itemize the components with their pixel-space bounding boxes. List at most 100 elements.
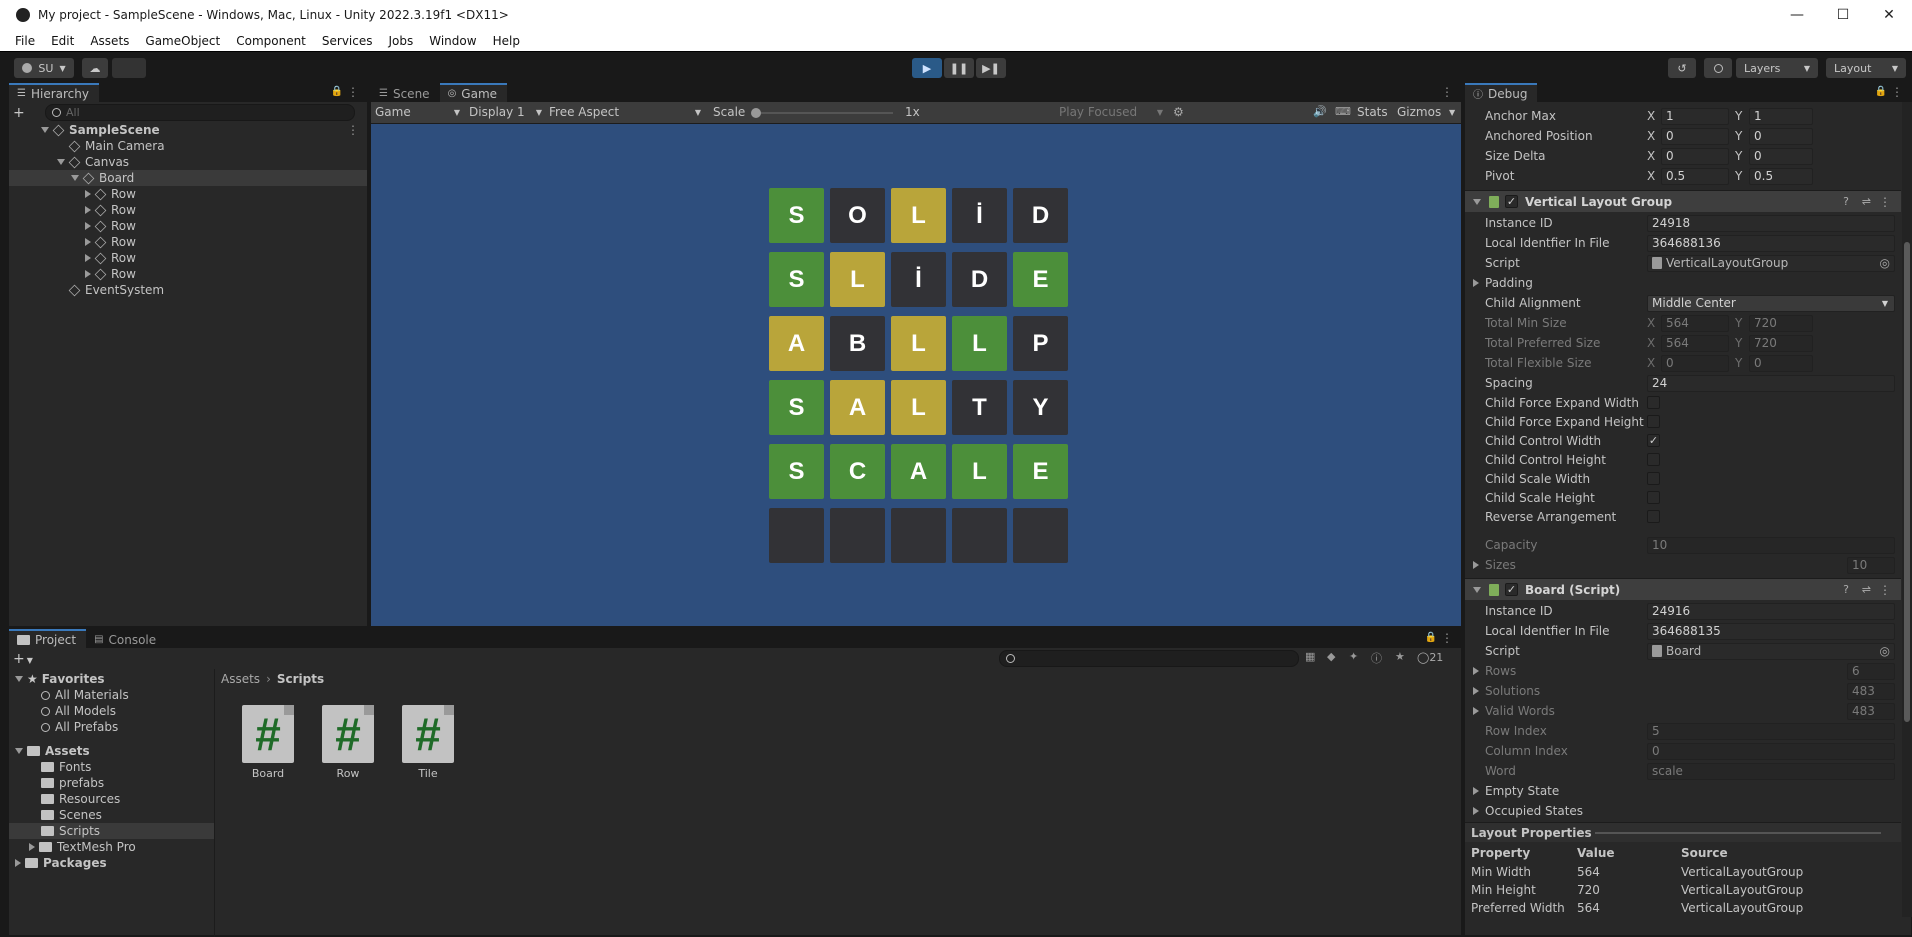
menu-edit[interactable]: Edit	[51, 34, 74, 48]
favorite-item[interactable]: All Models	[9, 703, 214, 719]
help-icon[interactable]: ?	[1843, 583, 1849, 596]
anchor-max-y-field[interactable]: 1	[1749, 107, 1813, 125]
checkbox[interactable]	[1647, 453, 1660, 466]
display-dropdown[interactable]: Display 1 ▼	[469, 105, 542, 119]
spacing-field[interactable]: 24	[1647, 374, 1895, 392]
collapse-icon[interactable]	[85, 206, 91, 214]
hierarchy-item-selected[interactable]: Board	[9, 170, 367, 186]
hierarchy-item[interactable]: Row	[9, 266, 367, 282]
tab-console[interactable]: ▤ Console	[86, 629, 167, 648]
more-icon[interactable]: ⋮	[347, 123, 359, 137]
info-icon[interactable]: ⓘ	[1371, 650, 1382, 666]
game-viewport[interactable]: SOLİDSLİDEABLLPSALTYSCALE	[371, 124, 1461, 626]
tab-debug[interactable]: ⓘ Debug	[1465, 83, 1538, 102]
close-button[interactable]: ✕	[1866, 0, 1912, 30]
help-icon[interactable]: ?	[1843, 195, 1849, 208]
tab-scene[interactable]: ☰ Scene	[371, 83, 440, 102]
collapse-icon[interactable]	[1473, 561, 1479, 569]
slider-handle[interactable]	[751, 108, 761, 118]
play-button[interactable]: ▶	[912, 58, 942, 78]
chevron-down-icon[interactable]: ▼	[1449, 108, 1455, 117]
favorites-row[interactable]: ★ Favorites	[9, 671, 214, 687]
favorite-item[interactable]: All Materials	[9, 687, 214, 703]
hierarchy-item[interactable]: Row	[9, 186, 367, 202]
hierarchy-search-input[interactable]: All	[45, 104, 355, 121]
collapse-icon[interactable]	[85, 238, 91, 246]
lock-icon[interactable]: 🔒	[331, 86, 343, 97]
expand-icon[interactable]	[1473, 586, 1481, 593]
tab-game[interactable]: ◎ Game	[439, 83, 508, 102]
menu-jobs[interactable]: Jobs	[389, 34, 414, 48]
preset-icon[interactable]: ⇌	[1862, 583, 1871, 596]
asset-file[interactable]: # Board	[236, 705, 300, 780]
create-button[interactable]: + ▼	[13, 651, 43, 667]
folder-item[interactable]: prefabs	[9, 775, 214, 791]
folder-item[interactable]: Scenes	[9, 807, 214, 823]
expand-icon[interactable]	[15, 676, 23, 682]
scene-row[interactable]: SampleScene ⋮	[9, 122, 367, 138]
lock-icon[interactable]: 🔒	[1875, 86, 1887, 97]
tag-icon[interactable]: ✦	[1349, 650, 1358, 663]
menu-file[interactable]: File	[15, 34, 35, 48]
menu-component[interactable]: Component	[236, 34, 306, 48]
collapse-icon[interactable]	[15, 859, 21, 867]
folder-item[interactable]: Fonts	[9, 759, 214, 775]
add-button[interactable]: +	[13, 105, 31, 121]
expand-icon[interactable]	[57, 159, 65, 165]
asset-file[interactable]: # Row	[316, 705, 380, 780]
component-enabled-checkbox[interactable]: ✓	[1505, 195, 1518, 208]
drag-handle[interactable]	[1595, 832, 1881, 834]
board-instance-id-field[interactable]: 24916	[1647, 602, 1895, 620]
checkbox[interactable]	[1647, 415, 1660, 428]
cloud-button[interactable]: ☁	[82, 58, 108, 78]
padding-row[interactable]: Padding	[1465, 273, 1901, 293]
hidden-count[interactable]: ◯21	[1417, 651, 1443, 664]
more-icon[interactable]: ⋮	[1441, 85, 1453, 99]
maximize-button[interactable]: ☐	[1820, 0, 1866, 30]
checkbox[interactable]	[1647, 396, 1660, 409]
search-button[interactable]	[1704, 58, 1732, 78]
account-dropdown[interactable]: SU ▼	[14, 58, 74, 78]
breadcrumb-item[interactable]: Scripts	[277, 672, 324, 686]
vertical-layout-group-header[interactable]: ✓ Vertical Layout Group ? ⇌ ⋮	[1465, 190, 1901, 212]
favorite-item[interactable]: All Prefabs	[9, 719, 214, 735]
collapse-icon[interactable]	[1473, 707, 1479, 715]
target-icon[interactable]: ◎	[1880, 256, 1890, 270]
scrollbar-thumb[interactable]	[1904, 242, 1910, 722]
occupied-states-row[interactable]: Occupied States	[1465, 801, 1901, 821]
pivot-x-field[interactable]: 0.5	[1661, 167, 1729, 185]
collapse-icon[interactable]	[85, 254, 91, 262]
expand-icon[interactable]	[1473, 198, 1481, 205]
more-icon[interactable]: ⋮	[1879, 195, 1891, 209]
hierarchy-item[interactable]: Canvas	[9, 154, 367, 170]
collapse-icon[interactable]	[1473, 787, 1479, 795]
assets-row[interactable]: Assets	[9, 743, 214, 759]
audio-icon[interactable]: 🔊	[1313, 105, 1327, 118]
inspector-scrollbar[interactable]	[1902, 102, 1912, 917]
hierarchy-item[interactable]: Row	[9, 234, 367, 250]
gizmos-button[interactable]: Gizmos	[1397, 105, 1441, 119]
more-icon[interactable]: ⋮	[1879, 583, 1891, 597]
size-delta-x-field[interactable]: 0	[1661, 147, 1729, 165]
expand-icon[interactable]	[15, 748, 23, 754]
project-search-input[interactable]	[999, 650, 1299, 667]
collapse-icon[interactable]	[29, 843, 35, 851]
breadcrumb-item[interactable]: Assets	[221, 672, 260, 686]
collab-button[interactable]	[112, 58, 146, 78]
checkbox[interactable]: ✓	[1647, 434, 1660, 447]
layout-dropdown[interactable]: Layout ▼	[1826, 58, 1906, 78]
collapse-icon[interactable]	[1473, 807, 1479, 815]
collapse-icon[interactable]	[1473, 687, 1479, 695]
collapse-icon[interactable]	[1473, 667, 1479, 675]
local-id-field[interactable]: 364688136	[1647, 234, 1895, 252]
collapse-icon[interactable]	[85, 222, 91, 230]
menu-assets[interactable]: Assets	[90, 34, 129, 48]
anchor-max-x-field[interactable]: 1	[1661, 107, 1729, 125]
more-icon[interactable]: ⋮	[347, 85, 359, 99]
pause-button[interactable]: ❚❚	[944, 58, 974, 78]
collapse-icon[interactable]	[85, 270, 91, 278]
minimize-button[interactable]: —	[1774, 0, 1820, 30]
folder-item-selected[interactable]: Scripts	[9, 823, 214, 839]
tab-project[interactable]: Project	[9, 629, 87, 648]
child-alignment-dropdown[interactable]: Middle Center ▼	[1647, 294, 1895, 312]
